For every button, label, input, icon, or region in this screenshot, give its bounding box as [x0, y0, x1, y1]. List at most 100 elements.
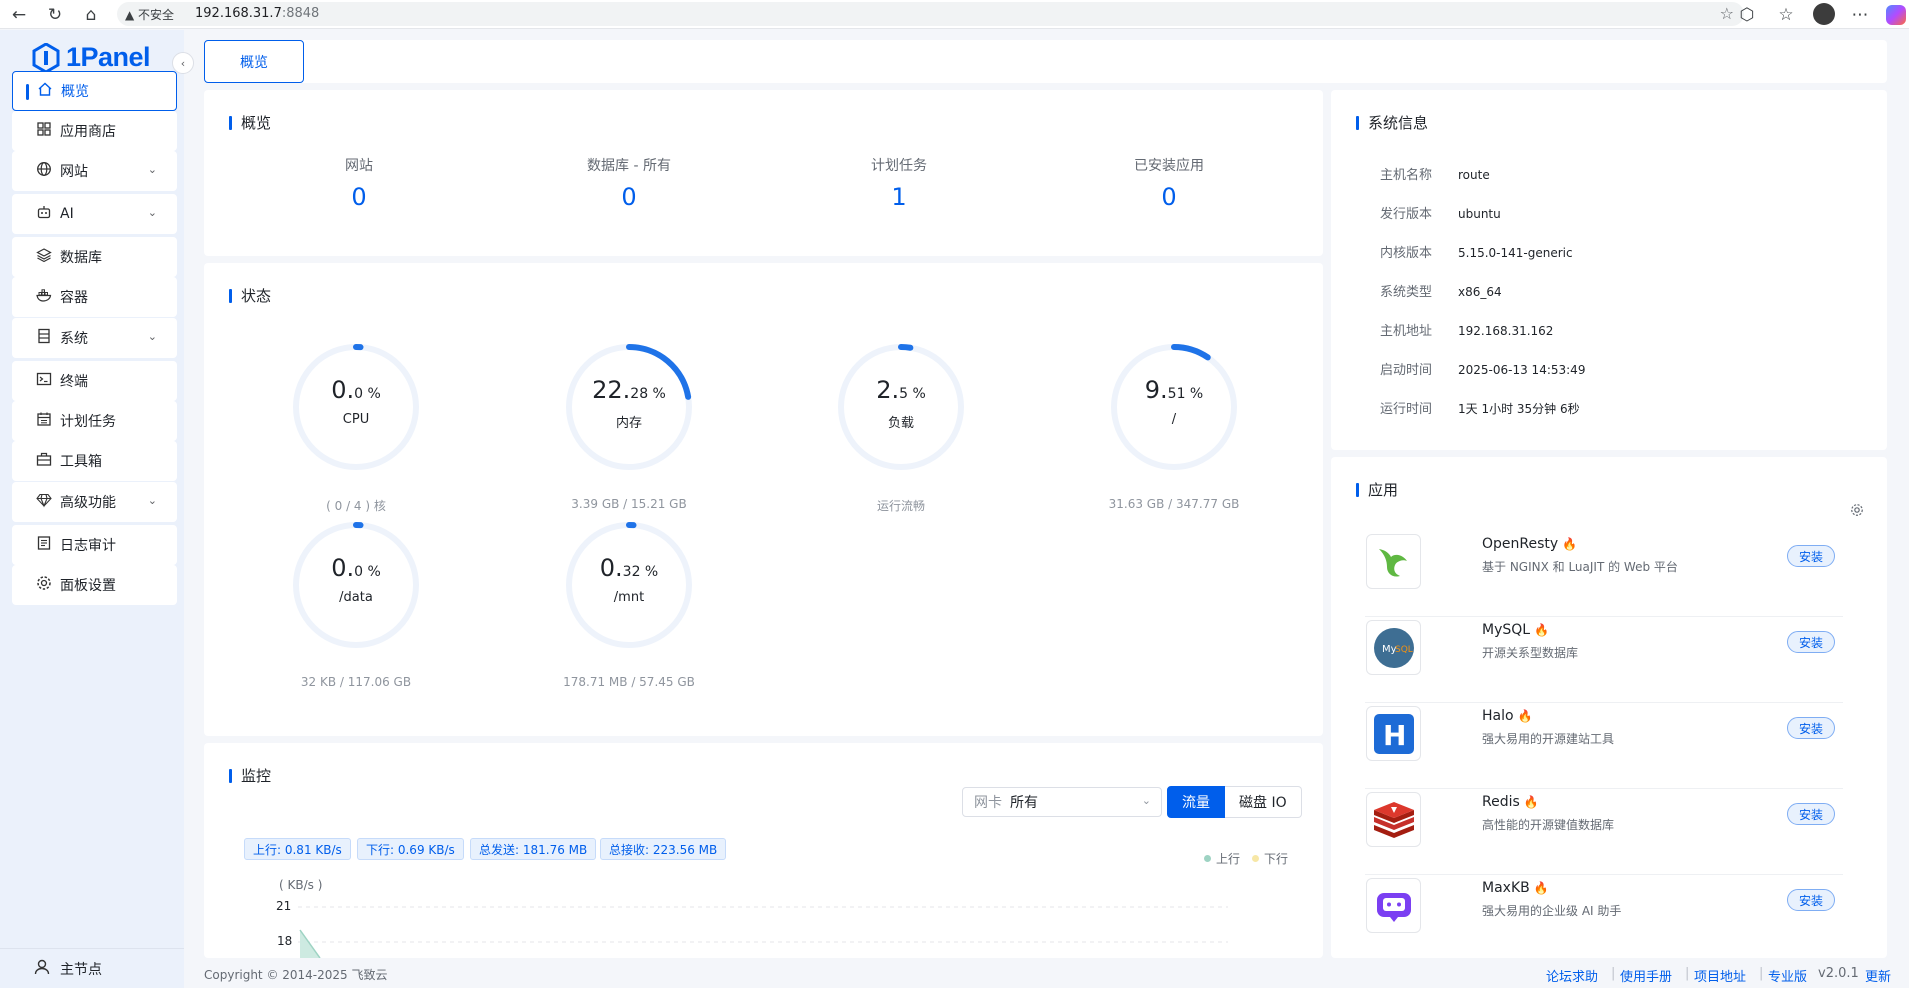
- server-icon: [34, 328, 54, 348]
- more-menu-icon[interactable]: ⋯: [1849, 4, 1871, 26]
- install-button[interactable]: 安装: [1787, 889, 1835, 911]
- sysinfo-value: route: [1458, 168, 1490, 182]
- mysql-icon[interactable]: My SQL: [1366, 620, 1421, 675]
- chart-unit: ( KB/s ): [279, 878, 323, 892]
- home-icon[interactable]: ⌂: [80, 4, 102, 26]
- gauge-label: /: [1171, 412, 1177, 427]
- stat-database[interactable]: 数据库 - 所有 0: [529, 155, 729, 211]
- home-icon: [35, 81, 55, 101]
- profile-avatar[interactable]: [1813, 3, 1835, 25]
- install-button[interactable]: 安装: [1787, 803, 1835, 825]
- gauge-label: 内存: [615, 416, 642, 431]
- tab-overview[interactable]: 概览: [204, 40, 304, 83]
- monitor-type-toggle: 流量 磁盘 IO: [1167, 786, 1302, 818]
- sidebar-item-9[interactable]: 工具箱: [12, 441, 177, 481]
- sysinfo-row: 主机地址 192.168.31.162: [1380, 320, 1553, 339]
- footer: Copyright © 2014-2025 飞致云 论坛求助 | 使用手册 | …: [184, 958, 1909, 988]
- sidebar-item-6[interactable]: 系统 ⌄: [12, 318, 177, 358]
- bookmark-star-icon[interactable]: ☆: [1720, 4, 1734, 23]
- gauge-track: [566, 522, 692, 648]
- project-link[interactable]: 项目地址: [1694, 966, 1746, 985]
- stat-cron[interactable]: 计划任务 1: [799, 155, 999, 211]
- address-bar[interactable]: ▲ 不安全 192.168.31.7:8848 ☆: [117, 2, 1744, 26]
- sidebar-item-11[interactable]: 日志审计: [12, 525, 177, 565]
- pro-edition-link[interactable]: 专业版: [1768, 966, 1807, 985]
- install-button[interactable]: 安装: [1787, 717, 1835, 739]
- insecure-warning[interactable]: ▲ 不安全: [125, 6, 174, 23]
- sidebar-item-2[interactable]: 网站 ⌄: [12, 151, 177, 191]
- gear-icon[interactable]: [1850, 502, 1866, 518]
- sidebar-item-0[interactable]: 概览: [12, 71, 177, 111]
- openresty-icon[interactable]: [1366, 534, 1421, 589]
- halo-icon[interactable]: H: [1366, 706, 1421, 761]
- back-icon[interactable]: ←: [8, 4, 30, 26]
- app-name: MySQL 🔥: [1482, 622, 1550, 638]
- app-item[interactable]: My SQL MySQL 🔥 开源关系型数据库 安装: [1365, 617, 1843, 703]
- app-item[interactable]: Redis 🔥 高性能的开源键值数据库 安装: [1365, 789, 1843, 875]
- sidebar-item-4[interactable]: 数据库: [12, 237, 177, 277]
- reload-icon[interactable]: ↻: [44, 4, 66, 26]
- sysinfo-value: x86_64: [1458, 285, 1502, 299]
- copilot-icon[interactable]: [1886, 5, 1906, 25]
- gauge-load: 2.5 % 负载: [834, 340, 968, 474]
- gauge-label: CPU: [342, 412, 370, 427]
- toolbox-icon: [34, 451, 54, 471]
- sysinfo-row: 运行时间 1天 1小时 35分钟 6秒: [1380, 398, 1580, 417]
- docker-icon: [34, 287, 54, 307]
- robot-icon: [34, 204, 54, 224]
- sidebar-item-10[interactable]: 高级功能 ⌄: [12, 482, 177, 522]
- gauge-track: [293, 344, 419, 470]
- sysinfo-key: 系统类型: [1380, 285, 1433, 300]
- gauge-cpu: 0.0 % CPU: [289, 340, 423, 474]
- sysinfo-row: 发行版本 ubuntu: [1380, 203, 1501, 222]
- chevron-down-icon: ⌄: [147, 494, 157, 507]
- terminal-icon: [34, 371, 54, 391]
- app-item[interactable]: OpenResty 🔥 基于 NGINX 和 LuaJIT 的 Web 平台 安装: [1365, 531, 1843, 617]
- extensions-icon[interactable]: ⬡: [1736, 4, 1758, 26]
- version-label: v2.0.1: [1818, 966, 1859, 981]
- tag-total-sent: 总发送: 181.76 MB: [470, 838, 597, 860]
- node-switcher[interactable]: 主节点: [0, 948, 184, 988]
- system-info-card: 系统信息: [1331, 90, 1887, 450]
- sysinfo-key: 启动时间: [1380, 363, 1433, 378]
- sysinfo-row: 系统类型 x86_64: [1380, 281, 1502, 300]
- forum-link[interactable]: 论坛求助: [1546, 966, 1598, 985]
- logo[interactable]: 1Panel: [32, 42, 151, 73]
- app-description: 开源关系型数据库: [1482, 646, 1579, 660]
- maxkb-icon[interactable]: [1366, 878, 1421, 933]
- sidebar-item-3[interactable]: AI ⌄: [12, 194, 177, 234]
- traffic-button[interactable]: 流量: [1167, 786, 1225, 818]
- sidebar-item-1[interactable]: 应用商店: [12, 111, 177, 151]
- sysinfo-key: 主机地址: [1380, 324, 1433, 339]
- sidebar-item-label: 计划任务: [60, 414, 116, 430]
- stat-website[interactable]: 网站 0: [259, 155, 459, 211]
- manual-link[interactable]: 使用手册: [1620, 966, 1672, 985]
- disk-io-button[interactable]: 磁盘 IO: [1225, 786, 1302, 818]
- gauge-track: [838, 344, 964, 470]
- favorites-icon[interactable]: ☆: [1775, 4, 1797, 26]
- install-button[interactable]: 安装: [1787, 631, 1835, 653]
- apps-title: 应用: [1356, 479, 1398, 500]
- nic-select[interactable]: 网卡 所有 ⌄: [962, 787, 1162, 817]
- overview-title: 概览: [229, 112, 271, 133]
- install-button[interactable]: 安装: [1787, 545, 1835, 567]
- sidebar-item-label: 工具箱: [60, 454, 102, 470]
- update-link[interactable]: 更新: [1865, 966, 1891, 985]
- sidebar-item-8[interactable]: 计划任务: [12, 401, 177, 441]
- tag-download-rate: 下行: 0.69 KB/s: [357, 838, 464, 860]
- app-item[interactable]: MaxKB 🔥 强大易用的企业级 AI 助手 安装: [1365, 875, 1843, 961]
- sidebar-item-7[interactable]: 终端: [12, 361, 177, 401]
- legend-download[interactable]: 下行: [1252, 850, 1288, 867]
- redis-icon[interactable]: [1366, 792, 1421, 847]
- legend-upload[interactable]: 上行: [1204, 850, 1240, 867]
- gauge-mnt-disk: 0.32 % /mnt: [562, 518, 696, 652]
- chevron-down-icon: ⌄: [147, 206, 157, 219]
- app-item[interactable]: H Halo 🔥 强大易用的开源建站工具 安装: [1365, 703, 1843, 789]
- gauge-mnt-disk-detail: 178.71 MB / 57.45 GB: [563, 675, 695, 689]
- sidebar-item-5[interactable]: 容器: [12, 277, 177, 317]
- app-description: 强大易用的企业级 AI 助手: [1482, 904, 1622, 918]
- collapse-sidebar-button[interactable]: ‹: [172, 52, 194, 74]
- sidebar-item-label: 日志审计: [60, 538, 116, 554]
- stat-installed-apps[interactable]: 已安装应用 0: [1069, 155, 1269, 211]
- sidebar-item-12[interactable]: 面板设置: [12, 565, 177, 605]
